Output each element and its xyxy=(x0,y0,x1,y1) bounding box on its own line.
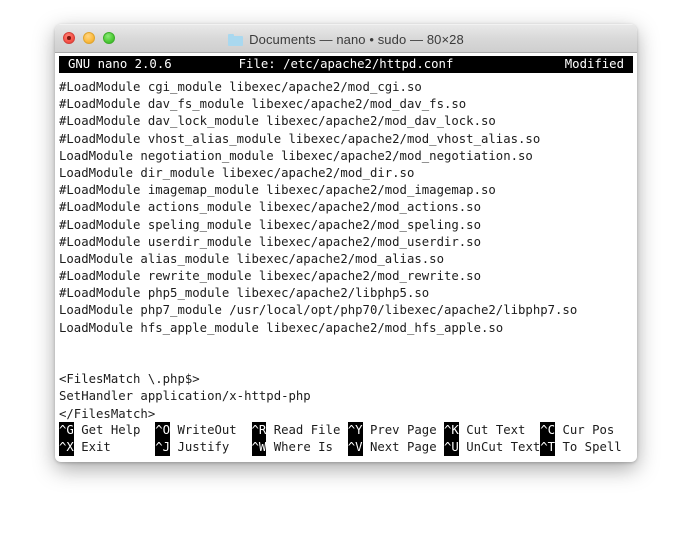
nano-modified-status: Modified xyxy=(564,56,624,71)
shortcut-label: Exit xyxy=(73,439,156,454)
shortcut-label: Cut Text xyxy=(458,422,541,437)
editor-line: #LoadModule imagemap_module libexec/apac… xyxy=(59,183,496,198)
editor-text-area[interactable]: #LoadModule cgi_module libexec/apache2/m… xyxy=(59,79,633,457)
shortcut-row-1: ^G Get Help ^O WriteOut ^R Read File ^Y … xyxy=(59,421,633,439)
shortcut-key: ^K xyxy=(444,421,459,439)
shortcut-key: ^Y xyxy=(347,421,363,439)
nano-shortcut-bar: ^G Get Help ^O WriteOut ^R Read File ^Y … xyxy=(59,421,633,457)
shortcut-label: Read File xyxy=(266,422,348,437)
shortcut-where-is[interactable]: ^W Where Is xyxy=(251,438,348,457)
shortcut-to-spell[interactable]: ^T To Spell xyxy=(540,438,622,457)
editor-line: #LoadModule userdir_module libexec/apach… xyxy=(59,234,481,249)
window-title-group: Documents — nano • sudo — 80×28 xyxy=(55,25,637,54)
shortcut-label: To Spell xyxy=(555,439,622,454)
editor-line: LoadModule php7_module /usr/local/opt/ph… xyxy=(59,303,578,318)
shortcut-key: ^J xyxy=(155,438,171,457)
shortcut-key: ^G xyxy=(59,421,74,439)
shortcut-key: ^C xyxy=(540,421,556,439)
shortcut-key: ^W xyxy=(251,438,267,457)
shortcut-row-2: ^X Exit ^J Justify ^W Where Is ^V Next P… xyxy=(59,438,633,457)
shortcut-label: Where Is xyxy=(266,439,348,454)
shortcut-key: ^R xyxy=(251,421,267,439)
shortcut-key: ^T xyxy=(540,438,556,457)
editor-line: #LoadModule php5_module libexec/apache2/… xyxy=(59,286,430,301)
editor-line: LoadModule dir_module libexec/apache2/mo… xyxy=(59,165,415,180)
editor-line: #LoadModule dav_fs_module libexec/apache… xyxy=(59,97,467,112)
shortcut-key: ^V xyxy=(347,438,363,457)
shortcut-writeout[interactable]: ^O WriteOut xyxy=(155,421,252,439)
folder-icon xyxy=(228,33,244,46)
traffic-light-group xyxy=(63,32,115,44)
maximize-button[interactable] xyxy=(103,32,115,44)
editor-line: #LoadModule dav_lock_module libexec/apac… xyxy=(59,114,496,129)
editor-line: LoadModule alias_module libexec/apache2/… xyxy=(59,251,444,266)
window-title: Documents — nano • sudo — 80×28 xyxy=(249,32,464,47)
editor-line: SetHandler application/x-httpd-php xyxy=(59,389,311,404)
shortcut-key: ^O xyxy=(155,421,171,439)
close-button[interactable] xyxy=(63,32,75,44)
editor-line: #LoadModule actions_module libexec/apach… xyxy=(59,200,481,215)
shortcut-cut-text[interactable]: ^K Cut Text xyxy=(444,421,541,439)
shortcut-label: Prev Page xyxy=(362,422,444,437)
shortcut-read-file[interactable]: ^R Read File xyxy=(251,421,348,439)
shortcut-label: Cur Pos xyxy=(555,422,615,437)
editor-line: LoadModule negotiation_module libexec/ap… xyxy=(59,148,533,163)
shortcut-justify[interactable]: ^J Justify xyxy=(155,438,252,457)
shortcut-label: Get Help xyxy=(73,422,156,437)
shortcut-exit[interactable]: ^X Exit xyxy=(59,438,156,457)
shortcut-get-help[interactable]: ^G Get Help xyxy=(59,421,156,439)
minimize-button[interactable] xyxy=(83,32,95,44)
shortcut-key: ^U xyxy=(444,438,459,457)
nano-status-bar: GNU nano 2.0.6 File: /etc/apache2/httpd.… xyxy=(59,56,633,73)
shortcut-label: Next Page xyxy=(362,439,444,454)
editor-line: LoadModule hfs_apple_module libexec/apac… xyxy=(59,320,504,335)
terminal-window: Documents — nano • sudo — 80×28 GNU nano… xyxy=(55,24,637,462)
editor-line: #LoadModule speling_module libexec/apach… xyxy=(59,217,481,232)
shortcut-uncut-text[interactable]: ^U UnCut Text xyxy=(444,438,541,457)
nano-file-label: File: /etc/apache2/httpd.conf xyxy=(238,56,454,71)
editor-line: #LoadModule cgi_module libexec/apache2/m… xyxy=(59,80,422,94)
shortcut-next-page[interactable]: ^V Next Page xyxy=(347,438,444,457)
shortcut-key: ^X xyxy=(59,438,74,457)
editor-line: <FilesMatch \.php$> xyxy=(59,372,200,387)
nano-version: GNU nano 2.0.6 xyxy=(68,56,172,71)
shortcut-cur-pos[interactable]: ^C Cur Pos xyxy=(540,421,615,439)
editor-line: </FilesMatch> xyxy=(59,406,156,421)
shortcut-prev-page[interactable]: ^Y Prev Page xyxy=(347,421,444,439)
editor-line: #LoadModule rewrite_module libexec/apach… xyxy=(59,269,481,284)
editor-line: #LoadModule vhost_alias_module libexec/a… xyxy=(59,131,541,146)
window-titlebar[interactable]: Documents — nano • sudo — 80×28 xyxy=(55,24,637,53)
shortcut-label: WriteOut xyxy=(170,422,252,437)
shortcut-label: Justify xyxy=(170,439,252,454)
terminal-content[interactable]: GNU nano 2.0.6 File: /etc/apache2/httpd.… xyxy=(55,53,637,461)
shortcut-label: UnCut Text xyxy=(458,439,541,454)
